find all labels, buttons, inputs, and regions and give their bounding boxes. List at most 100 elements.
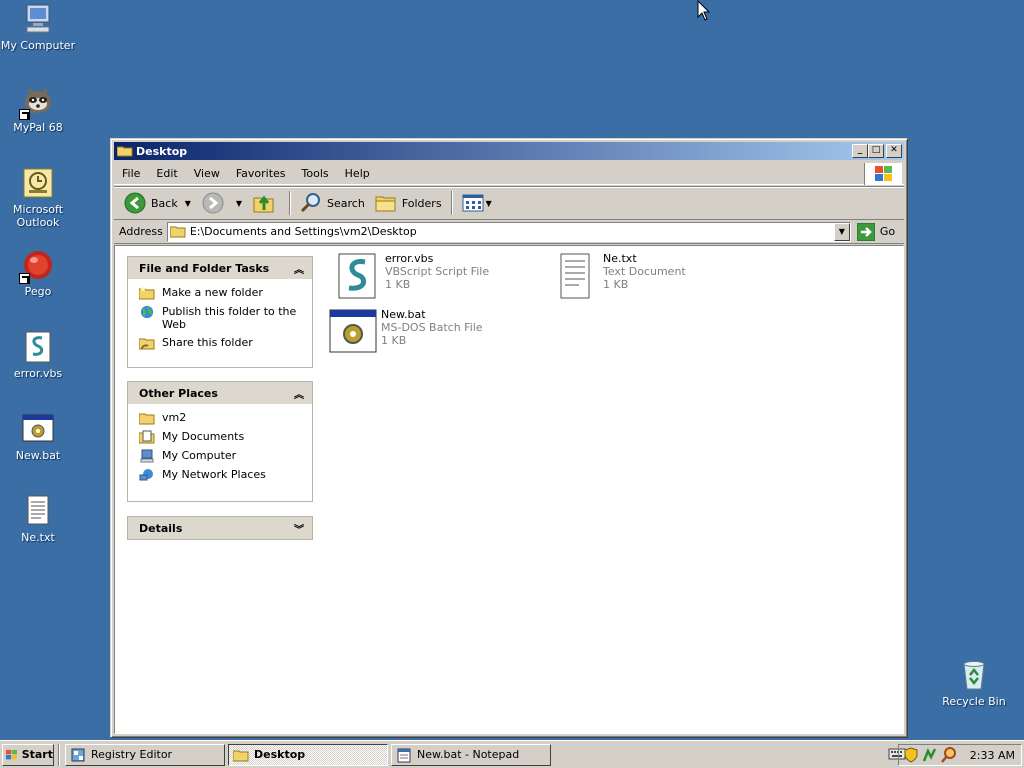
file-item-error-vbs[interactable]: error.vbs VBScript Script File 1 KB bbox=[333, 252, 489, 300]
file-item-ne-txt[interactable]: Ne.txt Text Document 1 KB bbox=[551, 252, 686, 300]
menu-favorites[interactable]: Favorites bbox=[228, 167, 294, 180]
place-label: My Computer bbox=[162, 449, 237, 462]
task-notepad[interactable]: New.bat - Notepad bbox=[391, 743, 551, 766]
file-size: 1 KB bbox=[603, 278, 629, 291]
panel-header[interactable]: File and Folder Tasks ︽ bbox=[128, 257, 312, 279]
menu-file[interactable]: File bbox=[114, 167, 148, 180]
vbscript-icon bbox=[21, 330, 55, 364]
forward-arrow-icon bbox=[202, 192, 224, 214]
address-label: Address bbox=[119, 225, 163, 238]
desktop-icon-label: Pego bbox=[24, 285, 52, 298]
panel-header[interactable]: Other Places ︽ bbox=[128, 382, 312, 404]
views-dropdown-icon[interactable]: ▼ bbox=[486, 199, 492, 208]
desktop-icon-label: Ne.txt bbox=[21, 531, 55, 544]
menu-tools[interactable]: Tools bbox=[294, 167, 337, 180]
folder-icon bbox=[169, 226, 186, 238]
folder-icon bbox=[233, 750, 249, 761]
collapse-chevron-icon[interactable]: ︽ bbox=[294, 261, 304, 276]
task-label: Share this folder bbox=[162, 336, 253, 349]
search-icon bbox=[300, 193, 321, 213]
collapse-chevron-icon[interactable]: ︽ bbox=[294, 386, 304, 401]
task-make-new-folder[interactable]: Make a new folder bbox=[139, 286, 304, 300]
folder-icon bbox=[139, 413, 155, 425]
address-dropdown-icon[interactable]: ▼ bbox=[833, 222, 850, 241]
desktop-icon-new-bat[interactable]: New.bat bbox=[0, 412, 76, 462]
menu-edit[interactable]: Edit bbox=[148, 167, 185, 180]
desktop-icon-label: My Computer bbox=[0, 39, 76, 52]
toolbar-separator bbox=[289, 191, 292, 215]
share-folder-icon bbox=[139, 338, 155, 350]
file-item-new-bat[interactable]: New.bat MS-DOS Batch File 1 KB bbox=[329, 308, 483, 356]
up-folder-button[interactable] bbox=[248, 189, 285, 217]
toolbar: Back ▼ ▼ Search Folders ▼ bbox=[114, 186, 904, 220]
address-field[interactable]: ▼ bbox=[166, 221, 851, 242]
desktop-icon-ne-txt[interactable]: Ne.txt bbox=[0, 494, 76, 544]
panel-header[interactable]: Details ︾ bbox=[128, 517, 312, 539]
file-type: Text Document bbox=[603, 265, 686, 278]
batch-icon bbox=[329, 309, 377, 353]
task-label: New.bat - Notepad bbox=[417, 748, 520, 761]
title-bar[interactable]: Desktop _ □ ✕ bbox=[114, 142, 904, 160]
task-label: Registry Editor bbox=[91, 748, 173, 761]
magnifier-tray-icon[interactable] bbox=[940, 747, 957, 763]
task-label: Desktop bbox=[254, 748, 306, 761]
minimize-button[interactable]: _ bbox=[852, 144, 868, 158]
documents-icon bbox=[139, 430, 155, 444]
search-label: Search bbox=[327, 196, 365, 210]
desktop-icon-pego[interactable]: Pego bbox=[0, 248, 76, 298]
folder-content: File and Folder Tasks ︽ Make a new folde… bbox=[114, 245, 904, 734]
desktop-icon-mypal[interactable]: MyPal 68 bbox=[0, 84, 76, 134]
desktop-icon-my-computer[interactable]: My Computer bbox=[0, 2, 76, 52]
task-registry-editor[interactable]: Registry Editor bbox=[65, 743, 225, 766]
task-desktop[interactable]: Desktop bbox=[228, 743, 388, 766]
expand-chevron-icon[interactable]: ︾ bbox=[294, 521, 304, 536]
clock[interactable]: 2:33 AM bbox=[970, 749, 1015, 762]
menu-view[interactable]: View bbox=[186, 167, 228, 180]
desktop-icon-label: Microsoft Outlook bbox=[12, 203, 64, 229]
task-share-folder[interactable]: Share this folder bbox=[139, 336, 304, 350]
folder-icon bbox=[117, 146, 133, 157]
close-button[interactable]: ✕ bbox=[886, 144, 902, 158]
place-label: My Network Places bbox=[162, 468, 266, 481]
start-button[interactable]: Start bbox=[2, 743, 54, 766]
panel-title: File and Folder Tasks bbox=[139, 261, 270, 275]
search-button[interactable]: Search bbox=[295, 189, 370, 217]
mouse-cursor-icon bbox=[697, 0, 711, 21]
up-folder-icon bbox=[253, 195, 274, 213]
window-title: Desktop bbox=[136, 144, 188, 158]
network-status-icon[interactable] bbox=[922, 747, 938, 763]
forward-dropdown-icon[interactable]: ▼ bbox=[236, 199, 242, 208]
desktop-icon-outlook[interactable]: Microsoft Outlook bbox=[0, 166, 76, 229]
task-publish-to-web[interactable]: Publish this folder to the Web bbox=[139, 305, 304, 331]
task-label: Make a new folder bbox=[162, 286, 263, 299]
desktop-icon-error-vbs[interactable]: error.vbs bbox=[0, 330, 76, 380]
back-button[interactable]: Back bbox=[119, 189, 183, 217]
forward-button[interactable] bbox=[197, 189, 234, 217]
notepad-icon bbox=[397, 748, 411, 762]
system-tray: 2:33 AM bbox=[897, 744, 1022, 766]
desktop-icon-recycle-bin[interactable]: Recycle Bin bbox=[936, 658, 1012, 708]
go-button[interactable]: Go bbox=[856, 222, 895, 241]
place-my-computer[interactable]: My Computer bbox=[139, 449, 304, 463]
file-size: 1 KB bbox=[385, 278, 411, 291]
menu-help[interactable]: Help bbox=[337, 167, 378, 180]
taskbar: Start Registry Editor Desktop New.bat - … bbox=[0, 740, 1024, 768]
maximize-button[interactable]: □ bbox=[868, 144, 884, 158]
folders-icon bbox=[375, 196, 396, 212]
back-dropdown-icon[interactable]: ▼ bbox=[185, 199, 191, 208]
file-name: New.bat bbox=[381, 308, 426, 321]
place-my-network-places[interactable]: My Network Places bbox=[139, 468, 304, 482]
folders-button[interactable]: Folders bbox=[370, 189, 447, 217]
toolbar-separator bbox=[450, 191, 453, 215]
place-vm2[interactable]: vm2 bbox=[139, 411, 304, 425]
windows-logo-icon bbox=[864, 163, 902, 185]
desktop-icon-label: error.vbs bbox=[13, 367, 63, 380]
place-my-documents[interactable]: My Documents bbox=[139, 430, 304, 444]
panel-title: Details bbox=[139, 521, 183, 535]
go-arrow-icon bbox=[856, 222, 875, 241]
desktop-icon-label: New.bat bbox=[15, 449, 61, 462]
security-shield-icon[interactable] bbox=[903, 747, 919, 763]
address-input[interactable] bbox=[185, 224, 826, 239]
registry-editor-icon bbox=[71, 748, 85, 761]
computer-icon bbox=[21, 2, 55, 36]
